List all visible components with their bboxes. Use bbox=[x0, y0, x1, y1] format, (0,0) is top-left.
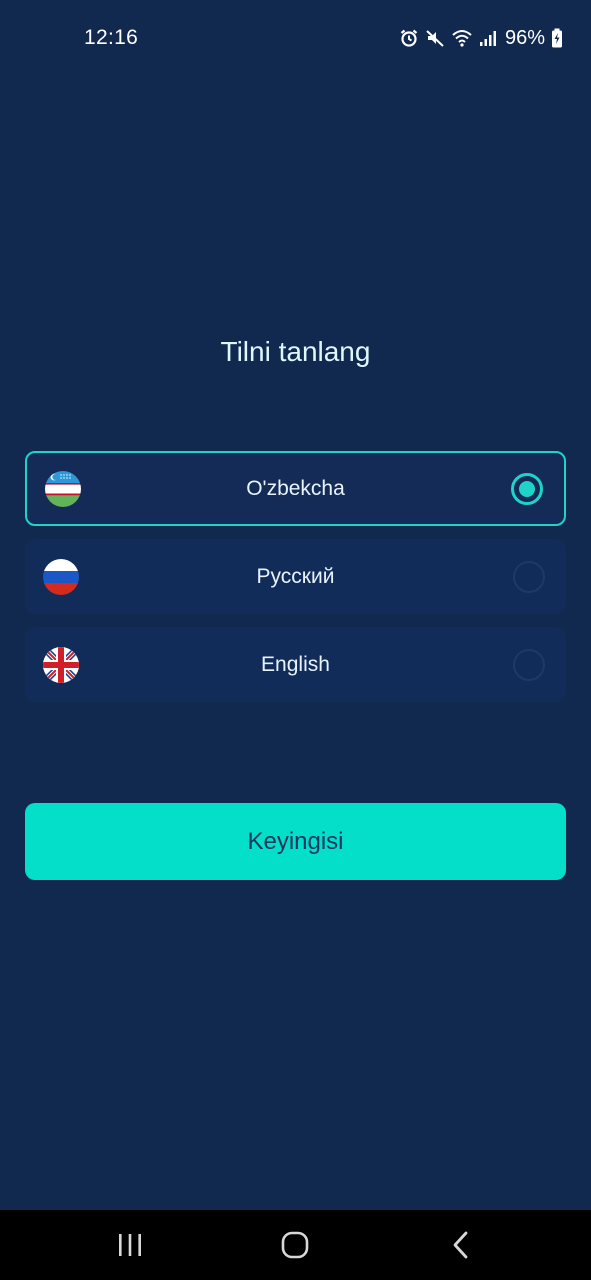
language-label: O'zbekcha bbox=[246, 476, 345, 500]
radio-button-selected[interactable] bbox=[511, 472, 543, 505]
recents-icon[interactable] bbox=[90, 1210, 170, 1280]
mute-icon bbox=[425, 28, 445, 48]
uzbekistan-flag-icon bbox=[45, 470, 81, 507]
battery-percent: 96% bbox=[504, 26, 545, 49]
language-option-uzbek[interactable]: O'zbekcha bbox=[25, 451, 566, 526]
russia-flag-icon bbox=[43, 558, 79, 595]
language-option-english[interactable]: English bbox=[25, 627, 566, 702]
home-icon[interactable] bbox=[255, 1210, 335, 1280]
alarm-icon bbox=[399, 28, 419, 48]
language-label: Русский bbox=[256, 564, 335, 588]
status-icons: 96% bbox=[399, 24, 563, 52]
navigation-bar bbox=[0, 1210, 591, 1280]
radio-button[interactable] bbox=[513, 560, 545, 593]
signal-icon bbox=[479, 28, 497, 48]
back-icon[interactable] bbox=[421, 1210, 501, 1280]
uk-flag-icon bbox=[43, 646, 79, 683]
language-option-russian[interactable]: Русский bbox=[25, 539, 566, 614]
language-label: English bbox=[261, 652, 330, 676]
radio-button[interactable] bbox=[513, 648, 545, 681]
status-bar: 12:16 96% bbox=[0, 0, 591, 76]
next-button[interactable]: Keyingisi bbox=[25, 803, 566, 880]
wifi-icon bbox=[451, 28, 473, 48]
battery-charging-icon bbox=[551, 28, 563, 48]
status-time: 12:16 bbox=[84, 26, 139, 49]
page-title: Tilni tanlang bbox=[220, 336, 371, 367]
